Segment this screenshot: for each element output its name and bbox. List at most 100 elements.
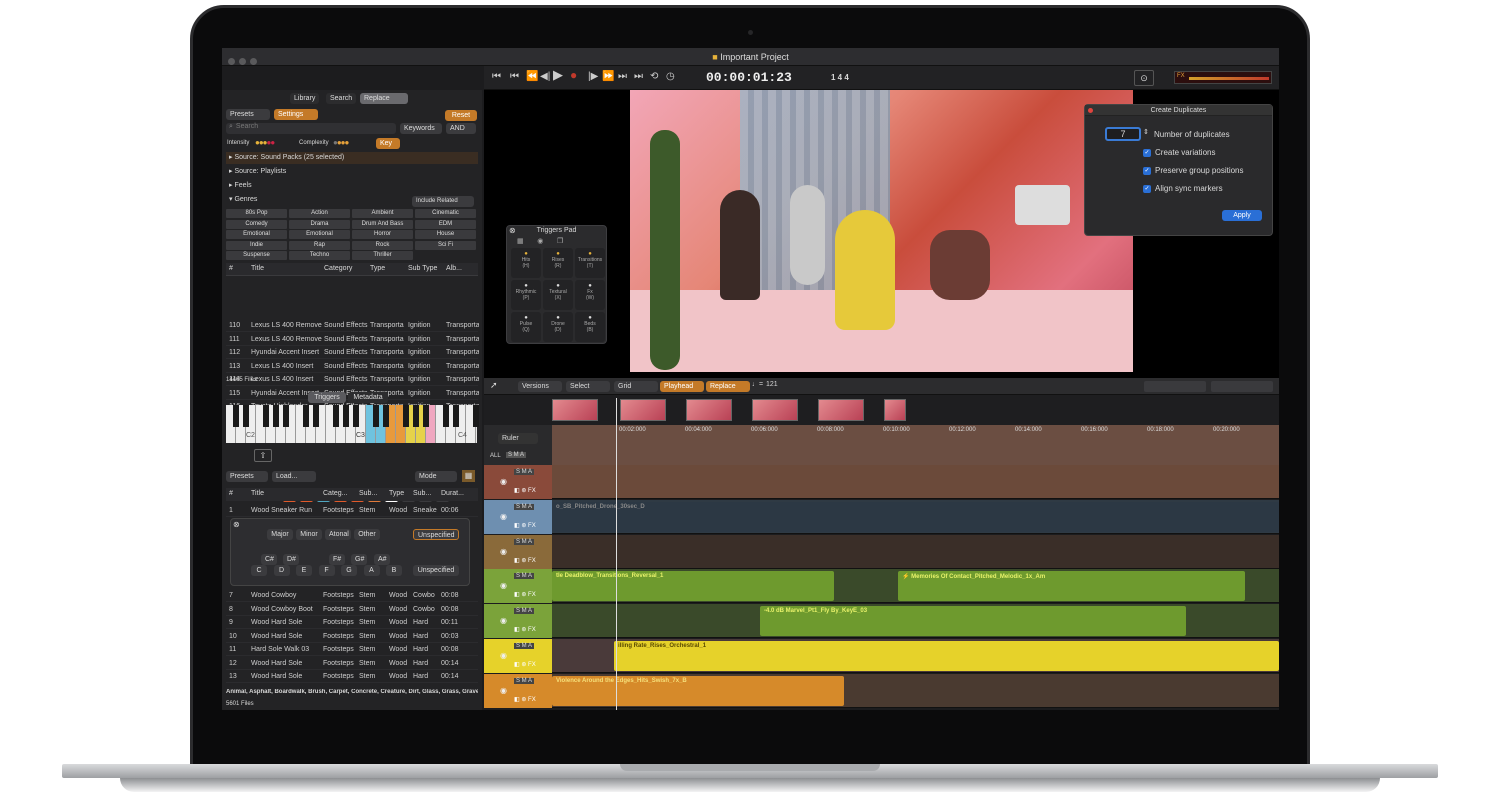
volume-knob-icon[interactable]: ◉ bbox=[500, 616, 507, 625]
video-thumbnail[interactable] bbox=[752, 399, 798, 421]
genre-tag[interactable]: Indie bbox=[226, 240, 287, 250]
sharp-key-button[interactable]: F# bbox=[329, 554, 345, 565]
piano-black-key[interactable] bbox=[303, 405, 309, 427]
skip-start-icon[interactable]: ⏮ bbox=[492, 72, 501, 82]
option-checkbox[interactable]: ✓ bbox=[1143, 185, 1151, 193]
track-fx-icon[interactable]: ◧ ⊛ FX bbox=[514, 557, 536, 564]
piano-black-key[interactable] bbox=[443, 405, 449, 427]
column-header[interactable]: Title bbox=[251, 490, 264, 497]
video-thumbnail[interactable] bbox=[818, 399, 864, 421]
volume-knob-icon[interactable]: ◉ bbox=[500, 547, 507, 556]
unspecified-scale-button[interactable]: Unspecified bbox=[413, 529, 459, 540]
rewind-icon[interactable]: ⏪ bbox=[526, 72, 538, 82]
audio-clip[interactable]: Violence Around the Edges_Hits_Swish_7x_… bbox=[552, 675, 844, 706]
pad-cell[interactable]: ● Hits (H) bbox=[511, 248, 541, 278]
piano-black-key[interactable] bbox=[403, 405, 409, 427]
option-checkbox[interactable]: ✓ bbox=[1143, 149, 1151, 157]
track-header[interactable]: ◉ S M A ◧ ⊛ FX bbox=[484, 465, 552, 499]
feels-row[interactable]: ▸ Feels bbox=[226, 180, 478, 192]
audio-clip[interactable]: illing Rate_Rises_Orchestral_1 bbox=[614, 641, 1279, 671]
column-header[interactable]: Sub... bbox=[359, 490, 377, 497]
piano-black-key[interactable] bbox=[283, 405, 289, 427]
genre-tag[interactable]: Drum And Bass bbox=[352, 219, 413, 229]
intensity-dots[interactable]: ●●●●● bbox=[255, 138, 275, 147]
column-header[interactable]: # bbox=[229, 490, 233, 497]
piano-black-key[interactable] bbox=[453, 405, 459, 427]
track-sma-buttons[interactable]: S M A bbox=[514, 643, 535, 649]
scale-button[interactable]: Atonal bbox=[325, 529, 351, 540]
track-header[interactable]: ◉ S M A ◧ ⊛ FX bbox=[484, 534, 552, 569]
timeline-dropdown-versions[interactable]: Versions bbox=[518, 381, 562, 392]
trigger-presets-dropdown[interactable]: Presets bbox=[226, 471, 268, 482]
track-fx-icon[interactable]: ◧ ⊛ FX bbox=[514, 487, 536, 494]
column-header[interactable]: Alb... bbox=[446, 265, 462, 272]
table-row[interactable]: 1 Wood Sneaker Run Footsteps Stem Wood Sneake… bbox=[226, 504, 478, 517]
track-sma-buttons[interactable]: S M A bbox=[514, 608, 535, 615]
tab-triggers[interactable]: Triggers bbox=[308, 392, 346, 403]
search-input[interactable]: ⌕ Search bbox=[226, 123, 396, 134]
audio-clip[interactable]: tle Deadblow_Transitions_Reversal_1 bbox=[552, 571, 834, 602]
column-header[interactable]: # bbox=[229, 265, 233, 272]
pad-cell[interactable]: ● Fx (W) bbox=[575, 280, 605, 310]
sharp-key-button[interactable]: C# bbox=[261, 554, 277, 565]
window-controls[interactable] bbox=[228, 53, 261, 71]
piano-black-key[interactable] bbox=[233, 405, 239, 427]
pad-cell[interactable]: ● Transitions (T) bbox=[575, 248, 605, 278]
scale-button[interactable]: Minor bbox=[296, 529, 322, 540]
track-sma-buttons[interactable]: S M A bbox=[514, 503, 535, 510]
sharp-key-button[interactable]: A# bbox=[374, 554, 390, 565]
table-row[interactable]: 114 Lexus LS 400 Insert Sound Effects Trans… bbox=[226, 373, 479, 386]
genre-tag[interactable]: Techno bbox=[289, 251, 350, 260]
pad-cell[interactable]: ● Rises (R) bbox=[543, 248, 573, 278]
video-preview[interactable] bbox=[630, 90, 1133, 372]
column-header[interactable]: Type bbox=[389, 490, 404, 497]
column-header[interactable]: Type bbox=[370, 265, 385, 272]
ruler-dropdown[interactable]: Ruler bbox=[498, 433, 538, 444]
genre-tag[interactable]: Action bbox=[289, 209, 350, 218]
video-thumbnail[interactable] bbox=[686, 399, 732, 421]
pad-view-icons[interactable]: ▦ ◉ ❐ bbox=[517, 237, 597, 245]
scale-button[interactable]: Major bbox=[267, 529, 293, 540]
genre-tag[interactable]: Drama bbox=[289, 219, 350, 229]
table-row[interactable]: 7 Wood Cowboy Footsteps Stem Wood Cowbo 00:08 bbox=[226, 589, 478, 602]
genre-tag[interactable]: Sci Fi bbox=[415, 240, 476, 250]
complexity-dots[interactable]: ●●●● bbox=[333, 138, 349, 147]
play-icon[interactable]: ▶ bbox=[553, 68, 563, 81]
track-lane[interactable]: ◉ S M A ◧ ⊛ FX bbox=[484, 534, 1279, 569]
piano-black-key[interactable] bbox=[333, 405, 339, 427]
timeline-dropdown-select[interactable]: Select bbox=[566, 381, 610, 392]
tempo-value[interactable]: 121 bbox=[766, 381, 778, 388]
piano-black-key[interactable] bbox=[313, 405, 319, 427]
load-dropdown[interactable]: Load... bbox=[272, 471, 316, 482]
pointer-icon[interactable]: ➚ bbox=[490, 380, 498, 391]
master-meter[interactable]: FX bbox=[1174, 71, 1272, 84]
volume-knob-icon[interactable]: ◉ bbox=[500, 512, 507, 521]
close-pad-icon[interactable]: ⊗ bbox=[509, 226, 516, 235]
minimize-icon[interactable] bbox=[239, 58, 246, 65]
natural-key-button[interactable]: C bbox=[251, 565, 267, 576]
piano-keyboard[interactable]: C2 C3 C4 bbox=[226, 405, 479, 443]
column-header[interactable]: Sub Type bbox=[408, 265, 437, 272]
prev-marker-icon[interactable]: ⏮ bbox=[510, 72, 519, 82]
track-lane[interactable]: ◉ S M A ◧ ⊛ FX -4.0 dB Marvel_Pt1_Fly By_Ke… bbox=[484, 604, 1279, 639]
genre-tag[interactable]: Rock bbox=[352, 240, 413, 250]
track-header[interactable]: ◉ S M A ◧ ⊛ FX bbox=[484, 499, 552, 534]
genre-tag[interactable]: 80s Pop bbox=[226, 209, 287, 218]
source-playlists-row[interactable]: ▸ Source: Playlists bbox=[226, 166, 478, 178]
clock-icon[interactable]: ◷ bbox=[666, 72, 675, 82]
genre-tag[interactable]: Suspense bbox=[226, 251, 287, 260]
fast-forward-icon[interactable]: ⏩ bbox=[602, 72, 614, 82]
reset-button[interactable]: Reset bbox=[445, 110, 477, 121]
pad-cell[interactable]: ● Rhythmic (P) bbox=[511, 280, 541, 310]
timeline-dropdown-grid[interactable]: Grid bbox=[614, 381, 658, 392]
dialog-close-icon[interactable] bbox=[1088, 108, 1093, 113]
column-header[interactable]: Durat... bbox=[441, 490, 464, 497]
natural-key-button[interactable]: A bbox=[363, 565, 380, 576]
track-lane[interactable]: ◉ S M A ◧ ⊛ FX Violence Around the Edges_Hi… bbox=[484, 673, 1279, 708]
genre-tag[interactable]: EDM bbox=[415, 219, 476, 229]
track-lane[interactable]: ◉ S M A ◧ ⊛ FX illing Rate_Rises_Orchestral… bbox=[484, 639, 1279, 673]
apply-button[interactable]: Apply bbox=[1222, 210, 1262, 221]
track-fx-icon[interactable]: ◧ ⊛ FX bbox=[514, 696, 536, 703]
option-checkbox[interactable]: ✓ bbox=[1143, 167, 1151, 175]
genre-tag[interactable]: Rap bbox=[289, 240, 350, 250]
